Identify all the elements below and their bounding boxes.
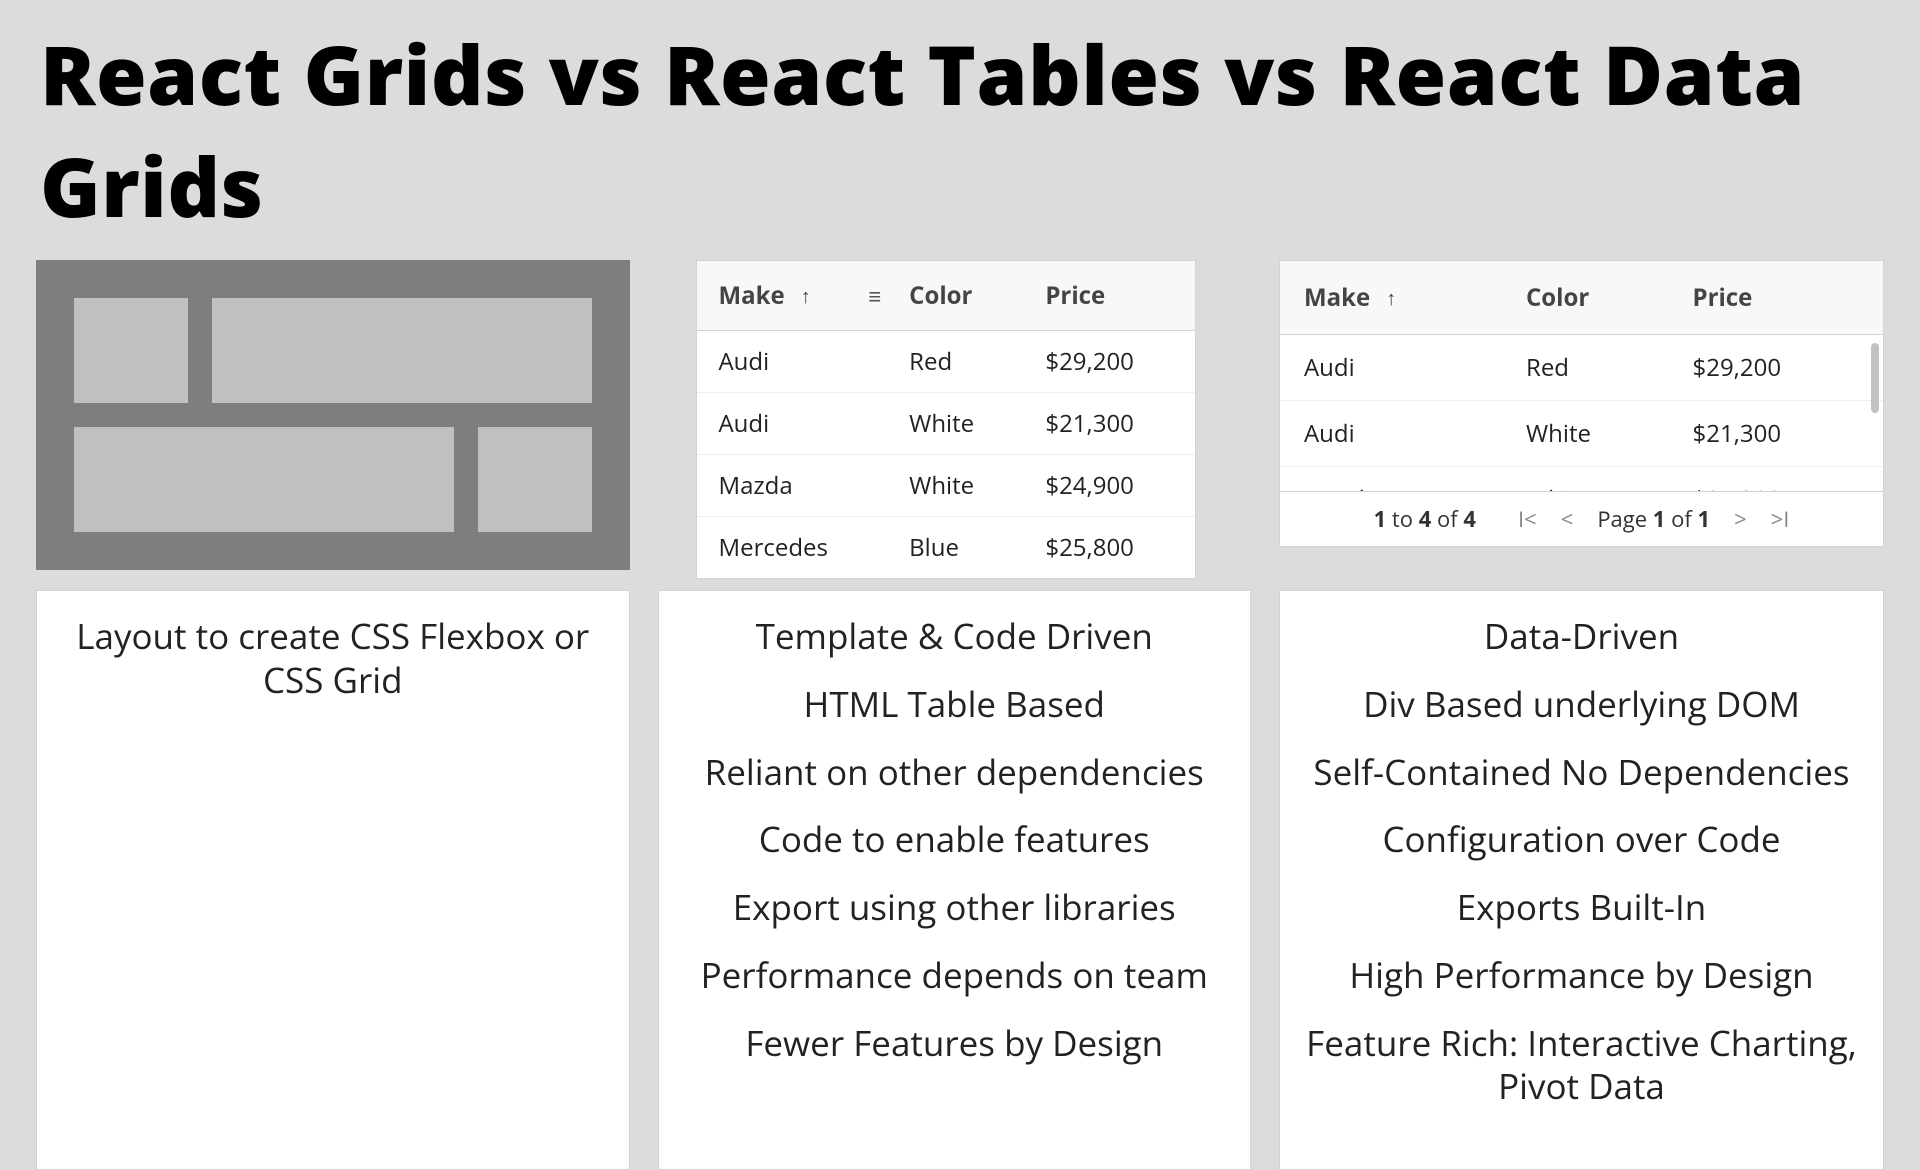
header-price[interactable]: Price <box>1693 281 1860 314</box>
feature-text: Feature Rich: Interactive Charting, Pivo… <box>1292 1022 1871 1110</box>
header-make[interactable]: Make <box>719 279 785 312</box>
table-row[interactable]: MazdaWhite$24,900 <box>697 455 1195 517</box>
table-row[interactable]: AudiWhite$21,300 <box>697 393 1195 455</box>
datagrids-description: Data-Driven Div Based underlying DOM Self-… <box>1279 590 1884 1170</box>
pagination-bar: 1 to 4 of 4 I< < Page 1 of 1 > >I <box>1280 491 1883 546</box>
last-page-icon[interactable]: >I <box>1771 504 1790 534</box>
feature-text: Fewer Features by Design <box>671 1022 1239 1066</box>
datagrid-illustration: Make ↑ Color Price AudiRed$29,200AudiWhi… <box>1279 260 1884 570</box>
header-color[interactable]: Color <box>909 279 1045 312</box>
grid-cell <box>478 427 592 532</box>
feature-text: Layout to create CSS Flexbox or CSS Grid <box>49 615 617 703</box>
feature-text: Data-Driven <box>1292 615 1871 659</box>
grid-cell <box>212 298 592 403</box>
header-price[interactable]: Price <box>1045 279 1172 312</box>
feature-text: Div Based underlying DOM <box>1292 683 1871 727</box>
table-illustration: Make ↑ ≡ Color Price AudiRed$29,200AudiW… <box>658 260 1252 570</box>
feature-text: Self-Contained No Dependencies <box>1292 751 1871 795</box>
table-row[interactable]: AudiRed$29,200 <box>697 331 1195 393</box>
feature-text: Exports Built-In <box>1292 886 1871 930</box>
table-row[interactable]: MazdaWhite$24,900 <box>1280 467 1883 491</box>
feature-text: High Performance by Design <box>1292 954 1871 998</box>
table-row[interactable]: MercedesBlue$25,800 <box>697 517 1195 578</box>
prev-page-icon[interactable]: < <box>1561 504 1574 534</box>
feature-text: Performance depends on team <box>671 954 1239 998</box>
column-grids: Layout to create CSS Flexbox or CSS Grid <box>36 260 630 1170</box>
sort-ascending-icon[interactable]: ↑ <box>801 282 811 309</box>
header-color[interactable]: Color <box>1526 281 1693 314</box>
feature-text: Export using other libraries <box>671 886 1239 930</box>
row-range: 1 to 4 of 4 <box>1374 504 1476 534</box>
page-indicator: Page 1 of 1 <box>1597 504 1710 534</box>
grid-cell <box>74 427 454 532</box>
column-datagrids: Make ↑ Color Price AudiRed$29,200AudiWhi… <box>1279 260 1884 1170</box>
page-title: React Grids vs React Tables vs React Dat… <box>0 0 1920 260</box>
table-row[interactable]: AudiWhite$21,300 <box>1280 401 1883 467</box>
grid-cell <box>74 298 188 403</box>
feature-text: Reliant on other dependencies <box>671 751 1239 795</box>
sort-ascending-icon[interactable]: ↑ <box>1386 284 1396 311</box>
column-tables: Make ↑ ≡ Color Price AudiRed$29,200AudiW… <box>658 260 1252 1170</box>
column-menu-icon[interactable]: ≡ <box>868 281 909 311</box>
scrollbar[interactable] <box>1871 343 1879 413</box>
grid-layout-illustration <box>36 260 630 570</box>
feature-text: Code to enable features <box>671 818 1239 862</box>
feature-text: HTML Table Based <box>671 683 1239 727</box>
table-row[interactable]: AudiRed$29,200 <box>1280 335 1883 401</box>
grids-description: Layout to create CSS Flexbox or CSS Grid <box>36 590 630 1170</box>
tables-description: Template & Code Driven HTML Table Based Re… <box>658 590 1252 1170</box>
next-page-icon[interactable]: > <box>1734 504 1747 534</box>
first-page-icon[interactable]: I< <box>1518 504 1537 534</box>
comparison-columns: Layout to create CSS Flexbox or CSS Grid… <box>0 260 1920 1170</box>
feature-text: Template & Code Driven <box>671 615 1239 659</box>
feature-text: Configuration over Code <box>1292 818 1871 862</box>
header-make[interactable]: Make <box>1304 281 1370 314</box>
